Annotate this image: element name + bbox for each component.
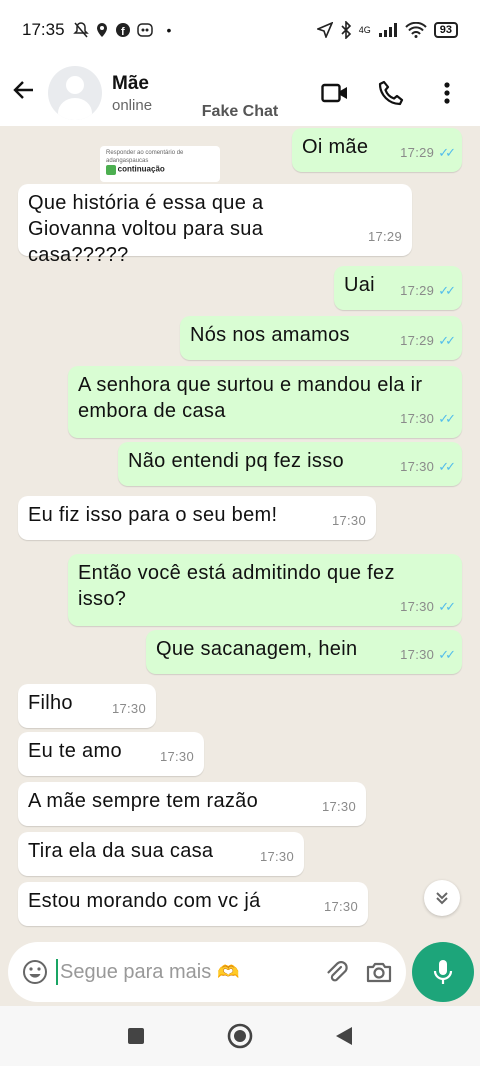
text-caret [56,959,58,985]
message-text: Que história é essa que a Giovanna volto… [28,192,264,266]
message-bubble-outgoing[interactable]: Que sacanagem, hein 17:30 ✓✓ [146,630,462,674]
status-time: 17:35 [22,20,65,39]
message-time: 17:29 [400,333,435,348]
more-options-icon [444,82,450,104]
read-ticks-icon: ✓✓ [438,599,456,614]
scroll-to-bottom-button[interactable] [424,880,460,916]
read-ticks-icon: ✓✓ [438,145,456,160]
message-bubble-incoming[interactable]: Estou morando com vc já 17:30 [18,882,368,926]
message-time: 17:30 [259,849,294,864]
message-text: Filho [28,692,73,714]
back-arrow-icon [13,81,33,99]
camera-icon[interactable] [366,960,392,984]
message-time: 17:30 [321,799,356,814]
read-ticks-icon: ✓✓ [438,333,456,348]
message-bubble-outgoing[interactable]: Não entendi pq fez isso 17:30 ✓✓ [118,442,462,486]
back-nav-icon[interactable] [335,1026,353,1046]
dot-icon: • [166,22,172,38]
read-ticks-icon: ✓✓ [438,647,456,662]
facebook-icon: f [115,23,130,38]
attach-icon[interactable] [324,959,348,985]
message-text: Oi mãe [302,136,369,158]
message-bubble-incoming[interactable]: A mãe sempre tem razão 17:30 [18,782,366,826]
message-text: Nós nos amamos [190,324,350,346]
microphone-icon [433,960,453,984]
message-bubble-incoming[interactable]: Tira ela da sua casa 17:30 [18,832,304,876]
message-text: Não entendi pq fez isso [128,450,344,472]
message-time: 17:30 [323,899,358,914]
watermark: Fake Chat [201,103,279,120]
message-time: 17:30 [400,411,435,426]
message-time: 17:30 [159,749,194,764]
home-icon[interactable] [227,1023,253,1049]
emoji-icon[interactable] [22,959,48,985]
bluetooth-icon [341,21,351,39]
system-nav-bar [0,1006,480,1066]
status-notification-icons: f • [72,22,172,38]
voice-message-button[interactable] [412,942,474,1002]
message-bubble-outgoing[interactable]: Nós nos amamos 17:29 ✓✓ [180,316,462,360]
message-bubble-incoming[interactable]: Filho 17:30 [18,684,156,728]
message-text: Então você está admitindo que fez isso? [78,562,395,610]
status-bar: 17:35 f • 4G 93 [0,0,480,60]
sticker-label: continuação [117,164,165,174]
status-system-icons: 4G 93 [316,21,458,39]
navigation-arrow-icon [316,22,333,38]
message-bubble-incoming[interactable]: Eu te amo 17:30 [18,732,204,776]
message-bubble-outgoing[interactable]: Uai 17:29 ✓✓ [334,266,462,310]
read-ticks-icon: ✓✓ [438,283,456,298]
sticker-line1: Responder ao comentário de [106,150,184,156]
heart-hands-emoji: 🫶 [217,961,240,982]
message-input-text: Segue para mais [60,960,212,983]
battery-indicator: 93 [433,22,458,38]
message-text: Uai [344,274,375,296]
message-bubble-outgoing[interactable]: A senhora que surtou e mandou ela ir emb… [68,366,462,438]
message-composer[interactable]: Segue para mais 🫶 [8,942,406,1002]
message-bubble-incoming[interactable]: Eu fiz isso para o seu bem! 17:30 [18,496,376,540]
message-text: Eu te amo [28,740,122,762]
message-input[interactable]: Segue para mais 🫶 [56,959,240,985]
message-time: 17:30 [331,513,366,528]
wifi-icon [405,22,427,38]
message-text: A mãe sempre tem razão [28,790,259,812]
double-chevron-down-icon [436,892,448,905]
message-text: Eu fiz isso para o seu bem! [28,504,278,526]
message-time: 17:29 [367,229,402,244]
message-bubble-outgoing[interactable]: Então você está admitindo que fez isso? … [68,554,462,626]
signal-icon [378,23,397,37]
chat-area[interactable]: Oi mãe 17:29 ✓✓ Que história é essa que a… [0,126,480,940]
read-ticks-icon: ✓✓ [438,411,456,426]
message-time: 17:30 [400,459,435,474]
video-call-icon [321,83,347,103]
message-bubble-incoming[interactable]: Que história é essa que a Giovanna volto… [18,184,412,266]
recents-icon[interactable] [127,1027,145,1045]
network-type: 4G [358,25,371,35]
sticker-logo-icon [106,165,116,175]
contact-name: Mãe [112,72,149,94]
message-time: 17:30 [400,599,435,614]
location-pin-icon [96,23,107,37]
message-text: Tira ela da sua casa [28,840,214,862]
message-text: Que sacanagem, hein [156,638,358,660]
read-ticks-icon: ✓✓ [438,459,456,474]
app-notification-icon [136,23,153,37]
svg-text:f: f [121,26,125,38]
message-text: A senhora que surtou e mandou ela ir emb… [78,374,423,422]
message-time: 17:30 [400,647,435,662]
message-text: Estou morando com vc já [28,890,261,912]
message-time: 17:29 [400,145,435,160]
reply-sticker: Responder ao comentário de adangaspaucas… [100,146,220,182]
message-time: 17:29 [400,283,435,298]
message-bubble-outgoing[interactable]: Oi mãe 17:29 ✓✓ [292,128,462,172]
message-time: 17:30 [111,701,146,716]
bell-off-icon [72,22,89,38]
